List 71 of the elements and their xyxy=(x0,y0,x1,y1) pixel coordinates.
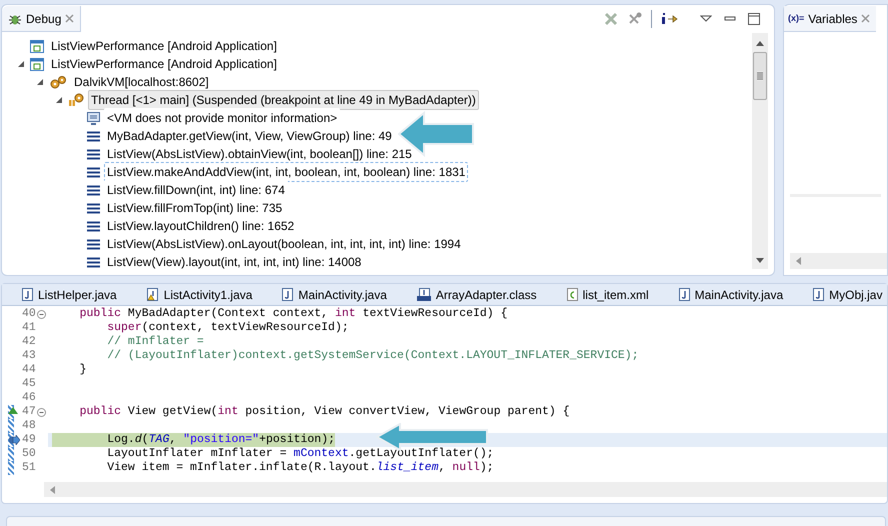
scroll-down-icon[interactable] xyxy=(756,258,764,263)
scrollbar-thumb[interactable] xyxy=(753,52,767,100)
close-icon[interactable] xyxy=(861,14,870,23)
tab-label: Debug xyxy=(26,10,62,28)
expanded-triangle-icon[interactable] xyxy=(56,97,62,103)
class-file-icon xyxy=(416,288,431,301)
expanded-triangle-icon[interactable] xyxy=(37,79,43,85)
line-number: 42 xyxy=(22,334,36,350)
code-line: super(context, textViewResourceId); xyxy=(106,321,349,335)
line-number: 43 xyxy=(22,348,36,364)
code-line: // mInflater = xyxy=(106,335,204,349)
java-file-warning-icon xyxy=(146,288,159,301)
minimize-icon[interactable] xyxy=(724,15,736,23)
tree-item[interactable]: Thread [<1> main] (Suspended (breakpoint at line 49 in MyBadAdapter)) xyxy=(88,90,479,110)
java-file-icon xyxy=(678,288,690,301)
line-number: 40 xyxy=(22,306,36,322)
line-number: 47 xyxy=(22,404,36,420)
variables-tab[interactable]: (x)= Variables xyxy=(784,6,876,32)
vertical-scrollbar[interactable] xyxy=(752,33,768,269)
code-line: LayoutInflater mInflater = mContext.getLayoutInflater(); xyxy=(106,447,494,461)
code-line: public View getView(int position, View convertView, ViewGroup parent) { xyxy=(78,405,570,419)
line-number: 50 xyxy=(22,446,36,462)
java-file-icon xyxy=(22,288,33,301)
stack-frame-icon xyxy=(87,148,100,160)
line-number: 41 xyxy=(22,320,36,336)
code-line: public MyBadAdapter(Context context, int textViewResourceId) { xyxy=(78,307,508,321)
thread-gears-icon xyxy=(68,93,84,107)
stack-frame-icon xyxy=(87,166,100,178)
fold-icon[interactable] xyxy=(36,408,46,416)
stack-frame-icon xyxy=(87,130,100,142)
code-line: } xyxy=(78,363,87,377)
tab-label: Variables xyxy=(808,10,858,28)
editor-tab[interactable]: ArrayAdapter.class xyxy=(402,284,551,304)
variables-icon: (x)= xyxy=(788,12,804,26)
java-file-icon xyxy=(813,288,824,301)
line-number: 51 xyxy=(22,460,36,476)
line-number: 48 xyxy=(22,418,36,434)
line-number: 45 xyxy=(22,376,36,392)
step-filter-icon[interactable] xyxy=(660,12,678,26)
application-window-icon xyxy=(30,58,44,70)
line-number: 49 xyxy=(22,432,36,448)
gears-icon xyxy=(49,75,67,89)
editor-tab[interactable]: list_item.xml xyxy=(552,284,663,304)
java-file-icon xyxy=(282,288,294,301)
expanded-triangle-icon[interactable] xyxy=(18,61,24,67)
debug-tab[interactable]: Debug xyxy=(2,6,82,32)
tree-item[interactable]: ListView.makeAndAddView(int, int, boolean, int, boolean) line: 1831 xyxy=(104,162,468,182)
editor-tab[interactable]: MyObj.jav xyxy=(799,284,887,304)
application-window-icon xyxy=(30,40,44,52)
stack-frame-icon xyxy=(87,202,100,214)
horizontal-scrollbar[interactable] xyxy=(790,253,887,269)
editor-tab[interactable]: ListHelper.java xyxy=(8,284,131,304)
stack-frame-icon xyxy=(87,256,100,268)
maximize-icon[interactable] xyxy=(748,13,760,25)
editor-tab[interactable]: ListActivity1.java xyxy=(132,284,266,304)
code-line: // (LayoutInflater)context.getSystemService(Context.LAYOUT_INFLATER_SERVICE); xyxy=(106,349,639,363)
view-menu-icon[interactable] xyxy=(700,15,712,23)
close-icon[interactable] xyxy=(65,14,74,23)
fold-icon[interactable] xyxy=(36,310,46,318)
stack-frame-icon xyxy=(87,238,100,250)
scroll-up-icon[interactable] xyxy=(756,41,764,46)
horizontal-scrollbar[interactable] xyxy=(44,482,887,497)
xml-file-icon xyxy=(566,288,578,301)
monitor-icon xyxy=(87,112,100,124)
line-number: 46 xyxy=(22,390,36,406)
stack-frame-icon xyxy=(87,220,100,232)
editor-tab[interactable]: MainActivity.java xyxy=(268,284,401,304)
stack-frame-icon xyxy=(87,184,100,196)
code-line: View item = mInflater.inflate(R.layout.list_item, null); xyxy=(106,461,494,475)
editor-tab[interactable]: MainActivity.java xyxy=(664,284,798,304)
line-number: 44 xyxy=(22,362,36,378)
